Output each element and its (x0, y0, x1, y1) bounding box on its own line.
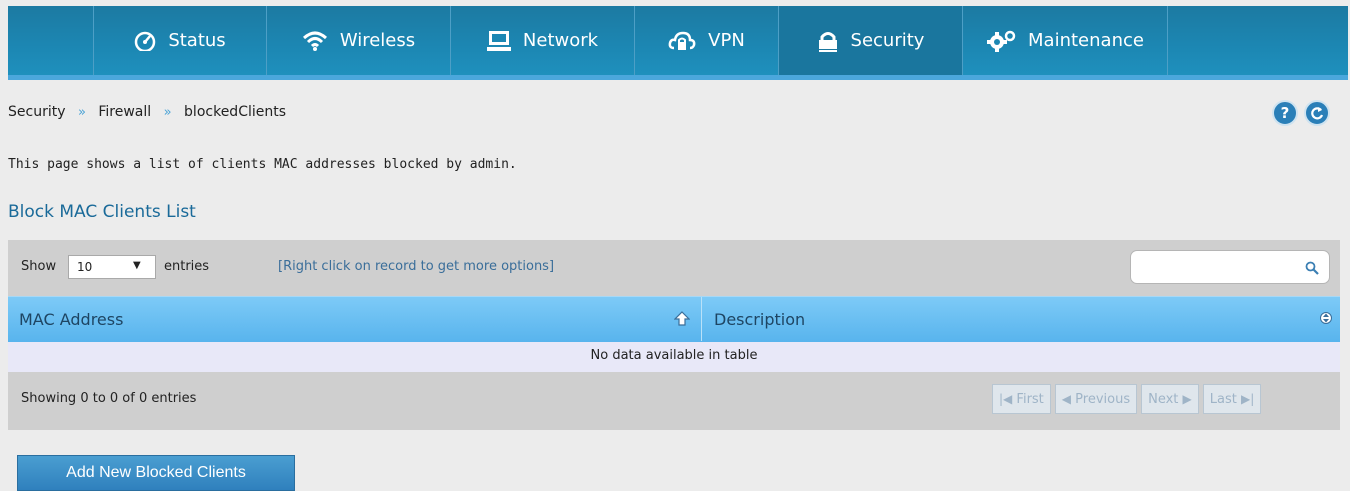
sort-both-icon (1320, 312, 1332, 324)
next-icon: ▶ (1182, 392, 1192, 406)
next-page-label: Next (1148, 391, 1179, 407)
nav-item-label: Status (168, 30, 226, 51)
last-page-label: Last (1209, 391, 1237, 407)
table-info: Showing 0 to 0 of 0 entries (21, 391, 197, 406)
sort-up-icon (674, 311, 690, 326)
entries-select[interactable]: 10 ▼ (68, 255, 156, 279)
nav-item-label: Wireless (339, 30, 416, 51)
nav-item-label: Maintenance (1028, 30, 1144, 51)
page-description: This page shows a list of clients MAC ad… (8, 157, 517, 172)
first-page-button[interactable]: |◀ First (992, 384, 1051, 414)
entries-label: entries (164, 259, 210, 274)
breadcrumb-separator: » (77, 105, 86, 120)
breadcrumb-current: blockedClients (184, 104, 287, 120)
section-title: Block MAC Clients List (8, 202, 196, 222)
next-page-button[interactable]: Next ▶ (1141, 384, 1199, 414)
search-input[interactable] (1130, 250, 1330, 284)
pagination: |◀ First ◀ Previous Next ▶ Last ▶| (992, 384, 1265, 414)
previous-page-label: Previous (1075, 391, 1131, 407)
first-page-icon: |◀ (999, 392, 1013, 406)
chevron-down-icon: ▼ (133, 260, 141, 271)
column-header-label: Description (714, 309, 806, 329)
entries-value: 10 (77, 260, 93, 274)
add-blocked-client-button[interactable]: Add New Blocked Clients (17, 455, 295, 491)
column-header-mac-address[interactable]: MAC Address (8, 297, 702, 341)
help-button[interactable]: ? (1272, 100, 1298, 126)
first-page-label: First (1016, 391, 1044, 407)
refresh-icon (1311, 107, 1324, 120)
context-menu-hint: [Right click on record to get more optio… (278, 259, 555, 274)
previous-page-button[interactable]: ◀ Previous (1054, 384, 1138, 414)
last-page-button[interactable]: Last ▶| (1202, 384, 1262, 414)
refresh-button[interactable] (1304, 100, 1330, 126)
empty-table-row: No data available in table (8, 342, 1340, 372)
gears-icon (986, 30, 1016, 52)
table-footer: Showing 0 to 0 of 0 entries |◀ First ◀ P… (8, 372, 1340, 430)
breadcrumb-security[interactable]: Security (8, 104, 66, 120)
lock-icon (817, 30, 839, 52)
nav-item-label: VPN (708, 30, 745, 51)
nav-item-vpn[interactable]: VPN (634, 6, 778, 75)
column-header-label: MAC Address (19, 309, 124, 329)
nav-item-label: Security (850, 30, 925, 51)
nav-accent-stripe (8, 75, 1348, 80)
breadcrumb-separator: » (163, 105, 172, 120)
show-label: Show (21, 259, 57, 274)
nav-item-wireless[interactable]: Wireless (266, 6, 450, 75)
table-header: MAC Address Description (8, 296, 1340, 342)
breadcrumb: Security » Firewall » blockedClients (8, 104, 286, 120)
top-nav: Status Wireless Network VPN Security Mai… (8, 6, 1348, 75)
previous-icon: ◀ (1061, 392, 1072, 406)
nav-item-status[interactable]: Status (93, 6, 266, 75)
nav-item-security[interactable]: Security (778, 6, 962, 75)
breadcrumb-firewall[interactable]: Firewall (98, 104, 151, 120)
monitor-icon (486, 30, 511, 52)
last-page-icon: ▶| (1241, 392, 1255, 406)
cloud-lock-icon (668, 30, 696, 52)
wifi-icon (302, 30, 328, 52)
search-icon (1305, 260, 1319, 279)
nav-item-maintenance[interactable]: Maintenance (962, 6, 1168, 75)
table-toolbar: Show 10 ▼ entries [Right click on record… (8, 240, 1340, 296)
column-header-description[interactable]: Description (704, 297, 1340, 341)
nav-item-network[interactable]: Network (450, 6, 634, 75)
gauge-icon (134, 31, 156, 51)
nav-item-label: Network (522, 30, 599, 51)
